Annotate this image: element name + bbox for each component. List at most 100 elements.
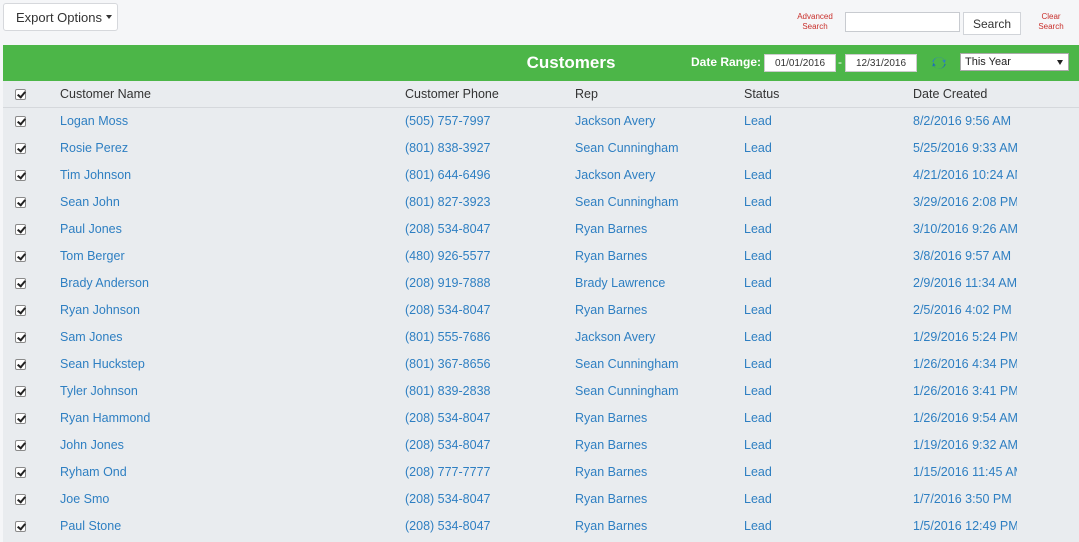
row-checkbox[interactable]	[15, 494, 26, 505]
column-header-date-created[interactable]: Date Created	[913, 81, 1017, 108]
customer-name-link[interactable]: Sean John	[60, 189, 390, 216]
date-created-link[interactable]: 1/15/2016 11:45 AM	[913, 459, 1017, 486]
rep-link[interactable]: Ryan Barnes	[575, 216, 740, 243]
column-header-rep[interactable]: Rep	[575, 81, 740, 108]
customer-name-link[interactable]: Rosie Perez	[60, 135, 390, 162]
row-checkbox[interactable]	[15, 251, 26, 262]
row-checkbox[interactable]	[15, 521, 26, 532]
date-start-input[interactable]: 01/01/2016	[764, 54, 836, 72]
row-checkbox[interactable]	[15, 278, 26, 289]
customer-name-link[interactable]: Brady Anderson	[60, 270, 390, 297]
column-header-status[interactable]: Status	[744, 81, 904, 108]
advanced-search-link[interactable]: Advanced Search	[792, 12, 838, 32]
rep-link[interactable]: Jackson Avery	[575, 108, 740, 135]
table-row[interactable]: Paul Jones (208) 534-8047 Ryan Barnes Lead 3…	[3, 216, 1079, 243]
status-link[interactable]: Lead	[744, 432, 904, 459]
status-link[interactable]: Lead	[744, 162, 904, 189]
date-end-input[interactable]: 12/31/2016	[845, 54, 917, 72]
row-checkbox[interactable]	[15, 116, 26, 127]
customer-name-link[interactable]: Logan Moss	[60, 108, 390, 135]
customer-name-link[interactable]: Ryan Hammond	[60, 405, 390, 432]
date-created-link[interactable]: 1/26/2016 9:54 AM	[913, 405, 1017, 432]
status-link[interactable]: Lead	[744, 216, 904, 243]
table-row[interactable]: Tim Johnson (801) 644-6496 Jackson Avery Le…	[3, 162, 1079, 189]
column-header-customer-name[interactable]: Customer Name	[60, 81, 390, 108]
row-checkbox[interactable]	[15, 197, 26, 208]
customer-name-link[interactable]: Joe Smo	[60, 486, 390, 513]
table-row[interactable]: Rosie Perez (801) 838-3927 Sean Cunningham…	[3, 135, 1079, 162]
status-link[interactable]: Lead	[744, 351, 904, 378]
date-created-link[interactable]: 1/7/2016 3:50 PM	[913, 486, 1017, 513]
customer-phone-link[interactable]: (208) 534-8047	[405, 486, 565, 513]
customer-phone-link[interactable]: (208) 534-8047	[405, 297, 565, 324]
rep-link[interactable]: Ryan Barnes	[575, 243, 740, 270]
table-row[interactable]: Tyler Johnson (801) 839-2838 Sean Cunningh…	[3, 378, 1079, 405]
table-row[interactable]: Sean Huckstep (801) 367-8656 Sean Cunningh…	[3, 351, 1079, 378]
rep-link[interactable]: Ryan Barnes	[575, 432, 740, 459]
status-link[interactable]: Lead	[744, 270, 904, 297]
customer-name-link[interactable]: Tyler Johnson	[60, 378, 390, 405]
customer-phone-link[interactable]: (208) 534-8047	[405, 405, 565, 432]
customer-phone-link[interactable]: (208) 777-7777	[405, 459, 565, 486]
row-checkbox[interactable]	[15, 386, 26, 397]
date-created-link[interactable]: 1/26/2016 3:41 PM	[913, 378, 1017, 405]
table-row[interactable]: Sean John (801) 827-3923 Sean Cunningham Le…	[3, 189, 1079, 216]
rep-link[interactable]: Ryan Barnes	[575, 405, 740, 432]
row-checkbox[interactable]	[15, 467, 26, 478]
rep-link[interactable]: Jackson Avery	[575, 162, 740, 189]
date-created-link[interactable]: 1/29/2016 5:24 PM	[913, 324, 1017, 351]
table-row[interactable]: Paul Stone (208) 534-8047 Ryan Barnes Lead 1…	[3, 513, 1079, 540]
row-checkbox[interactable]	[15, 305, 26, 316]
status-link[interactable]: Lead	[744, 405, 904, 432]
customer-phone-link[interactable]: (208) 534-8047	[405, 432, 565, 459]
status-link[interactable]: Lead	[744, 243, 904, 270]
status-link[interactable]: Lead	[744, 459, 904, 486]
search-input[interactable]	[845, 12, 960, 32]
row-checkbox[interactable]	[15, 170, 26, 181]
row-checkbox[interactable]	[15, 224, 26, 235]
status-link[interactable]: Lead	[744, 513, 904, 540]
customer-name-link[interactable]: Tom Berger	[60, 243, 390, 270]
customer-phone-link[interactable]: (801) 367-8656	[405, 351, 565, 378]
search-button[interactable]: Search	[963, 12, 1021, 35]
status-link[interactable]: Lead	[744, 297, 904, 324]
row-checkbox[interactable]	[15, 440, 26, 451]
status-link[interactable]: Lead	[744, 378, 904, 405]
rep-link[interactable]: Sean Cunningham	[575, 351, 740, 378]
date-created-link[interactable]: 5/25/2016 9:33 AM	[913, 135, 1017, 162]
row-checkbox[interactable]	[15, 413, 26, 424]
customer-name-link[interactable]: Sam Jones	[60, 324, 390, 351]
rep-link[interactable]: Ryan Barnes	[575, 486, 740, 513]
refresh-icon[interactable]	[931, 55, 947, 71]
date-created-link[interactable]: 3/10/2016 9:26 AM	[913, 216, 1017, 243]
select-all-checkbox[interactable]	[15, 89, 26, 100]
rep-link[interactable]: Sean Cunningham	[575, 189, 740, 216]
clear-search-link[interactable]: Clear Search	[1034, 12, 1068, 32]
customer-phone-link[interactable]: (801) 555-7686	[405, 324, 565, 351]
table-row[interactable]: Brady Anderson (208) 919-7888 Brady Lawren…	[3, 270, 1079, 297]
customer-name-link[interactable]: Paul Jones	[60, 216, 390, 243]
customer-phone-link[interactable]: (480) 926-5577	[405, 243, 565, 270]
status-link[interactable]: Lead	[744, 486, 904, 513]
date-created-link[interactable]: 1/19/2016 9:32 AM	[913, 432, 1017, 459]
status-link[interactable]: Lead	[744, 189, 904, 216]
status-link[interactable]: Lead	[744, 324, 904, 351]
column-header-customer-phone[interactable]: Customer Phone	[405, 81, 565, 108]
customer-name-link[interactable]: Ryham Ond	[60, 459, 390, 486]
date-created-link[interactable]: 3/8/2016 9:57 AM	[913, 243, 1017, 270]
date-created-link[interactable]: 1/5/2016 12:49 PM	[913, 513, 1017, 540]
table-row[interactable]: Logan Moss (505) 757-7997 Jackson Avery Lea…	[3, 108, 1079, 135]
customer-phone-link[interactable]: (208) 534-8047	[405, 216, 565, 243]
customer-phone-link[interactable]: (801) 838-3927	[405, 135, 565, 162]
rep-link[interactable]: Ryan Barnes	[575, 513, 740, 540]
customer-phone-link[interactable]: (208) 534-8047	[405, 513, 565, 540]
table-row[interactable]: Tom Berger (480) 926-5577 Ryan Barnes Lead 3…	[3, 243, 1079, 270]
table-row[interactable]: Sam Jones (801) 555-7686 Jackson Avery Lead…	[3, 324, 1079, 351]
rep-link[interactable]: Jackson Avery	[575, 324, 740, 351]
rep-link[interactable]: Brady Lawrence	[575, 270, 740, 297]
customer-name-link[interactable]: Tim Johnson	[60, 162, 390, 189]
table-row[interactable]: John Jones (208) 534-8047 Ryan Barnes Lead 1…	[3, 432, 1079, 459]
status-link[interactable]: Lead	[744, 135, 904, 162]
customer-phone-link[interactable]: (505) 757-7997	[405, 108, 565, 135]
rep-link[interactable]: Ryan Barnes	[575, 297, 740, 324]
